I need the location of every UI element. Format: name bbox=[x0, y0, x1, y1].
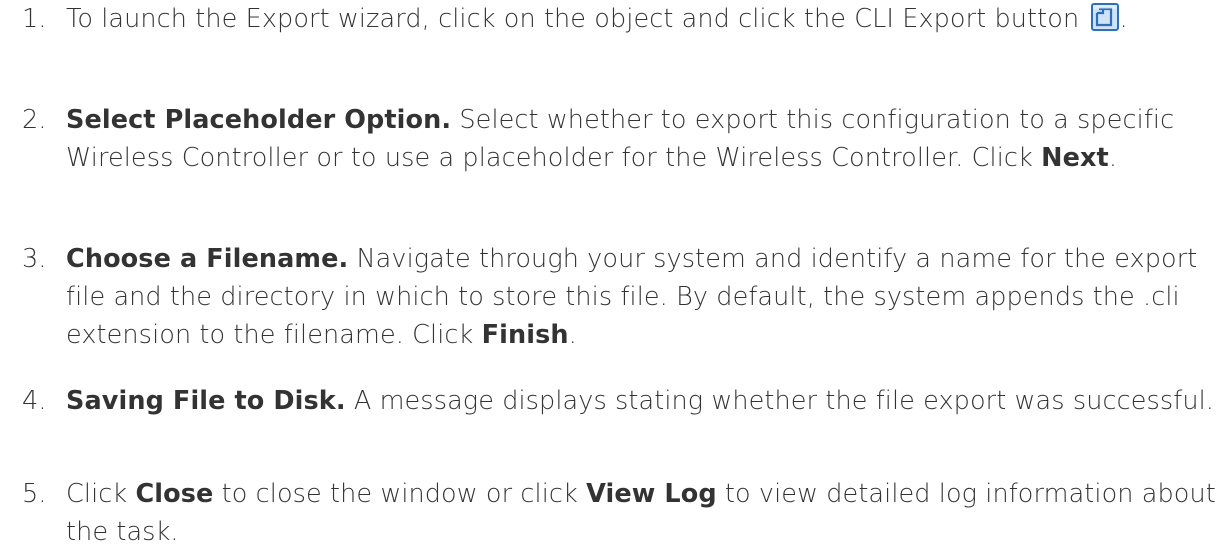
step-number: 2. bbox=[22, 105, 47, 135]
step-3-period: . bbox=[568, 320, 577, 350]
step-1-period: . bbox=[1119, 4, 1128, 34]
step-number: 1. bbox=[22, 4, 47, 34]
step-5-close-action: Close bbox=[135, 479, 214, 509]
cli-export-icon-graphic bbox=[1091, 3, 1120, 31]
step-1-text: To launch the Export wizard, click on th… bbox=[66, 4, 1080, 34]
step-number: 5. bbox=[22, 479, 47, 509]
step-4-heading: Saving File to Disk. bbox=[66, 386, 346, 416]
step-4-text: A message displays stating whether the f… bbox=[345, 386, 1214, 416]
step-number: 4. bbox=[22, 386, 47, 416]
step-3-body: Choose a Filename. Navigate through your… bbox=[66, 240, 1216, 354]
step-5-view-log-action: View Log bbox=[586, 479, 717, 509]
step-2-action: Next bbox=[1041, 143, 1109, 173]
step-5-text-middle: to close the window or click bbox=[213, 479, 587, 509]
step-number: 3. bbox=[22, 244, 47, 274]
step-4-body: Saving File to Disk. A message displays … bbox=[66, 382, 1216, 420]
step-2-heading: Select Placeholder Option. bbox=[66, 105, 452, 135]
step-3-heading: Choose a Filename. bbox=[66, 244, 349, 274]
step-2-period: . bbox=[1108, 143, 1118, 173]
cli-export-icon bbox=[1091, 3, 1120, 31]
step-3-action: Finish bbox=[481, 320, 569, 350]
step-2-body: Select Placeholder Option. Select whethe… bbox=[66, 101, 1216, 177]
step-5-text-start: Click bbox=[66, 479, 136, 509]
step-1-body: To launch the Export wizard, click on th… bbox=[66, 0, 1216, 38]
step-5-body: Click Close to close the window or click… bbox=[66, 475, 1216, 551]
